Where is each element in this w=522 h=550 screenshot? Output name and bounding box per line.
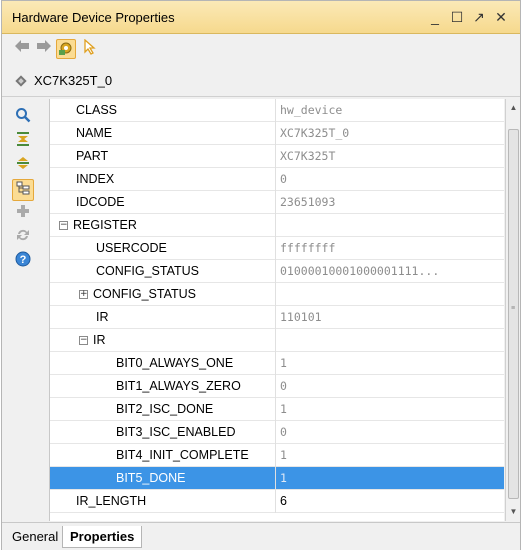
collapse-all-icon[interactable] — [12, 131, 34, 153]
property-value: 1 — [280, 402, 287, 416]
property-value[interactable]: 1 — [278, 467, 503, 490]
scroll-thumb[interactable]: ≡ — [508, 129, 519, 499]
property-group-row[interactable]: − REGISTER — [50, 214, 504, 237]
property-value: 6 — [280, 494, 287, 508]
search-icon[interactable] — [12, 107, 34, 129]
add-icon[interactable] — [12, 203, 34, 225]
maximize-icon[interactable]: ☐ — [448, 8, 466, 26]
property-name: BIT5_DONE — [50, 467, 276, 490]
group-icon[interactable] — [12, 179, 34, 201]
property-name: USERCODE — [50, 237, 276, 260]
property-name: CLASS — [50, 99, 276, 122]
property-sidebar: ? — [2, 99, 48, 521]
forward-arrow-icon[interactable] — [34, 39, 54, 59]
property-name: BIT1_ALWAYS_ZERO — [50, 375, 276, 398]
property-name: BIT0_ALWAYS_ONE — [50, 352, 276, 375]
property-value: 1 — [280, 448, 287, 462]
property-value: XC7K325T — [280, 149, 336, 163]
property-row[interactable]: BIT0_ALWAYS_ONE 1 — [50, 352, 504, 375]
expand-all-icon[interactable] — [12, 155, 34, 177]
property-name: REGISTER — [73, 218, 137, 232]
property-row[interactable]: IDCODE 23651093 — [50, 191, 504, 214]
scroll-down-icon[interactable]: ▼ — [506, 505, 521, 519]
property-name: CONFIG_STATUS — [50, 260, 276, 283]
property-row-selected[interactable]: BIT5_DONE 1 — [50, 467, 504, 490]
property-value: 0 — [280, 425, 287, 439]
float-icon[interactable]: ↗ — [470, 8, 488, 26]
property-row[interactable]: IR 110101 — [50, 306, 504, 329]
property-value — [278, 329, 503, 352]
property-name: NAME — [50, 122, 276, 145]
refresh-icon[interactable] — [12, 227, 34, 249]
property-value: 0 — [280, 172, 287, 186]
properties-window: Hardware Device Properties _ ☐ ↗ ✕ XC7K3… — [1, 0, 521, 550]
property-name: CONFIG_STATUS — [93, 287, 197, 301]
property-name: IDCODE — [50, 191, 276, 214]
property-name: BIT2_ISC_DONE — [50, 398, 276, 421]
minimize-icon[interactable]: _ — [426, 8, 444, 26]
expand-icon[interactable]: + — [79, 290, 88, 300]
property-row[interactable]: IR_LENGTH 6 — [50, 490, 504, 513]
title-bar[interactable]: Hardware Device Properties _ ☐ ↗ ✕ — [2, 1, 520, 34]
property-row[interactable]: CONFIG_STATUS 01000010001000001111... — [50, 260, 504, 283]
property-row[interactable]: NAME XC7K325T_0 — [50, 122, 504, 145]
property-name: IR_LENGTH — [50, 490, 276, 513]
property-value — [278, 283, 503, 306]
gear-icon[interactable] — [56, 39, 76, 59]
property-value: 0 — [280, 379, 287, 393]
toolbar — [2, 35, 520, 63]
property-value: XC7K325T_0 — [280, 126, 350, 140]
property-name: BIT4_INIT_COMPLETE — [50, 444, 276, 467]
property-row[interactable]: INDEX 0 — [50, 168, 504, 191]
scroll-up-icon[interactable]: ▲ — [506, 101, 521, 115]
help-icon[interactable]: ? — [12, 251, 34, 273]
property-row[interactable]: BIT2_ISC_DONE 1 — [50, 398, 504, 421]
property-name: INDEX — [50, 168, 276, 191]
property-value: 110101 — [280, 310, 322, 324]
property-row[interactable]: BIT3_ISC_ENABLED 0 — [50, 421, 504, 444]
tab-bar: General Properties — [2, 522, 520, 550]
window-title: Hardware Device Properties — [12, 10, 175, 25]
property-name: BIT3_ISC_ENABLED — [50, 421, 276, 444]
property-row[interactable]: USERCODE ffffffff — [50, 237, 504, 260]
property-value: 1 — [280, 356, 287, 370]
collapse-icon[interactable]: − — [79, 336, 88, 346]
svg-text:?: ? — [20, 254, 27, 266]
property-value: 01000010001000001111... — [280, 264, 440, 278]
property-name: IR — [93, 333, 106, 347]
tab-properties[interactable]: Properties — [62, 526, 143, 548]
property-row[interactable]: PART XC7K325T — [50, 145, 504, 168]
property-row[interactable]: BIT4_INIT_COMPLETE 1 — [50, 444, 504, 467]
property-grid: CLASS hw_device NAME XC7K325T_0 PART XC7… — [49, 99, 504, 521]
property-value — [278, 214, 503, 237]
property-name: IR — [50, 306, 276, 329]
property-group-row[interactable]: − IR — [50, 329, 504, 352]
property-value: hw_device — [280, 103, 343, 117]
property-name: PART — [50, 145, 276, 168]
pointer-icon[interactable] — [80, 38, 100, 59]
back-arrow-icon[interactable] — [12, 39, 32, 59]
property-group-row[interactable]: + CONFIG_STATUS — [50, 283, 504, 306]
property-row[interactable]: CLASS hw_device — [50, 99, 504, 122]
close-icon[interactable]: ✕ — [492, 8, 510, 26]
tab-general[interactable]: General — [5, 526, 65, 548]
vertical-scrollbar[interactable]: ▲ ≡ ▼ — [505, 99, 520, 521]
collapse-icon[interactable]: − — [59, 221, 68, 231]
chip-icon — [14, 74, 28, 91]
property-value: 23651093 — [280, 195, 336, 209]
property-row[interactable]: BIT1_ALWAYS_ZERO 0 — [50, 375, 504, 398]
object-name: XC7K325T_0 — [34, 73, 113, 88]
property-value: ffffffff — [280, 241, 336, 255]
object-bar: XC7K325T_0 — [2, 64, 520, 97]
